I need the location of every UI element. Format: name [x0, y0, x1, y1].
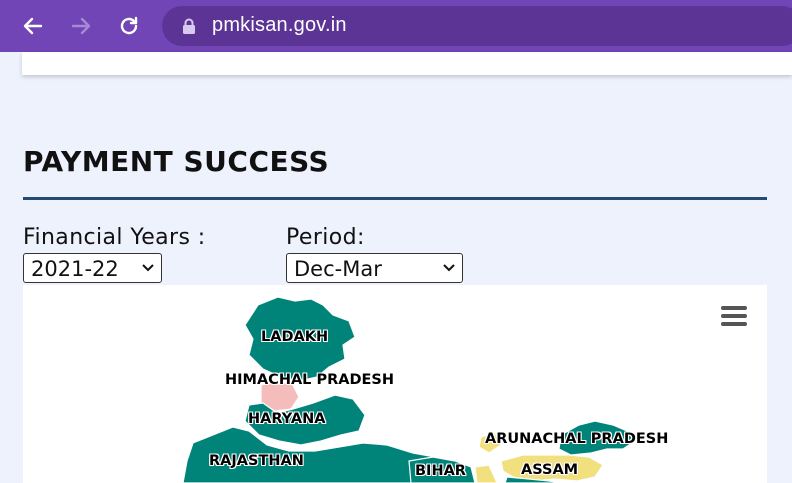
label-arunachal-pradesh: ARUNACHAL PRADESH: [485, 431, 669, 447]
reload-icon: [120, 16, 138, 35]
lock-icon: [183, 18, 195, 34]
label-assam: ASSAM: [521, 462, 579, 478]
chevron-down-icon: [443, 264, 455, 272]
india-map-chart: LADAKH HIMACHAL PRADESH HARYANA RAJASTHA…: [23, 285, 767, 483]
arrow-right-icon: [71, 17, 91, 35]
browser-toolbar: pmkisan.gov.in: [0, 0, 792, 52]
label-haryana: HARYANA: [248, 411, 326, 427]
reload-button[interactable]: [113, 10, 145, 42]
financial-years-value: 2021-22: [31, 257, 119, 281]
state-west-bengal[interactable]: [474, 464, 498, 483]
hamburger-menu-icon[interactable]: [721, 306, 747, 328]
heading-divider: [23, 197, 767, 200]
label-rajasthan: RAJASTHAN: [209, 453, 304, 469]
india-map: [182, 296, 636, 483]
period-value: Dec-Mar: [294, 257, 382, 281]
label-himachal-pradesh: HIMACHAL PRADESH: [225, 372, 395, 388]
chevron-down-icon: [142, 264, 154, 272]
financial-years-label: Financial Years :: [23, 225, 206, 250]
forward-button[interactable]: [65, 10, 97, 42]
label-bihar: BIHAR: [415, 463, 466, 479]
label-ladakh: LADAKH: [261, 329, 329, 345]
arrow-left-icon: [23, 17, 43, 35]
address-bar[interactable]: pmkisan.gov.in: [162, 6, 792, 46]
page-title: PAYMENT SUCCESS: [23, 145, 330, 178]
period-label: Period:: [286, 225, 365, 250]
financial-years-select[interactable]: 2021-22: [23, 253, 162, 283]
back-button[interactable]: [17, 10, 49, 42]
period-select[interactable]: Dec-Mar: [286, 253, 463, 283]
url-text: pmkisan.gov.in: [212, 14, 347, 36]
top-card: [22, 52, 792, 75]
